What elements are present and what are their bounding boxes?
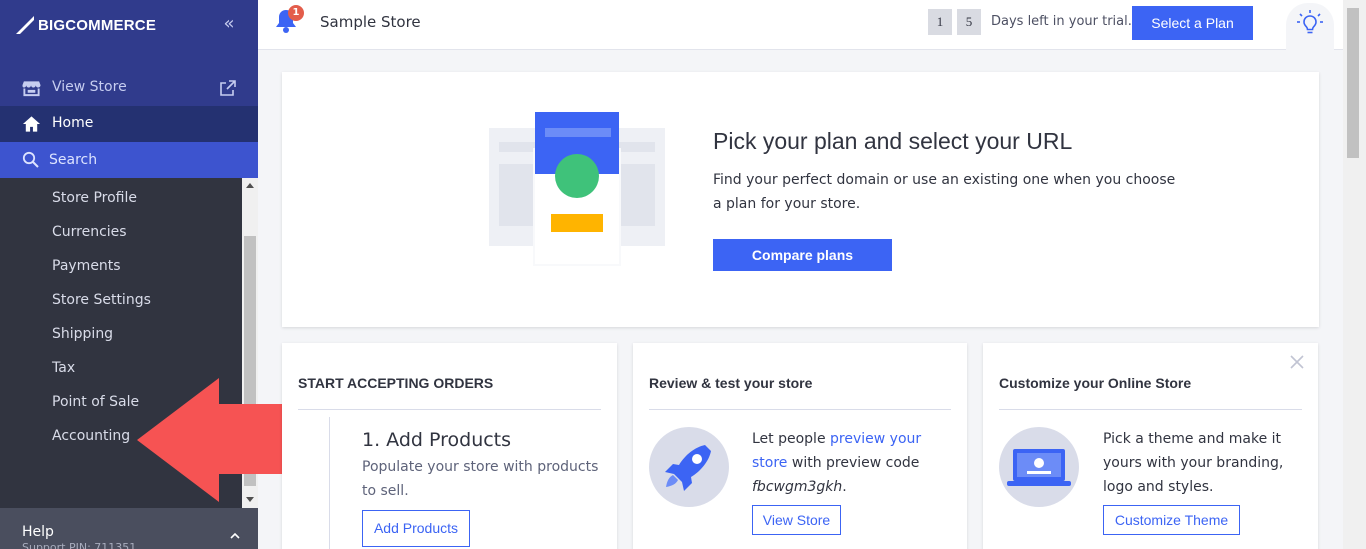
start-accepting-orders-card: START ACCEPTING ORDERS 1. Add Products P… xyxy=(282,343,617,549)
review-text-end: . xyxy=(842,479,847,495)
step-line xyxy=(329,417,330,549)
close-icon[interactable] xyxy=(1290,355,1304,369)
review-text-mid: with preview code xyxy=(787,455,920,471)
home-label: Home xyxy=(52,115,94,131)
storefront-icon xyxy=(22,81,41,97)
laptop-icon xyxy=(1007,449,1071,486)
sidebar-item-search[interactable]: Search xyxy=(0,142,258,178)
page-scrollbar[interactable] xyxy=(1343,0,1366,549)
customize-theme-button[interactable]: Customize Theme xyxy=(1103,505,1240,535)
sidebar-item-view-store[interactable]: View Store xyxy=(0,70,258,106)
laptop-illustration xyxy=(999,427,1079,507)
card-title: Review & test your store xyxy=(649,375,813,391)
sidebar-item-shipping[interactable]: Shipping xyxy=(0,317,242,351)
trial-days-digit-1: 1 xyxy=(928,9,952,35)
add-products-button[interactable]: Add Products xyxy=(362,510,470,547)
customize-store-card: Customize your Online Store Pick a theme… xyxy=(983,343,1318,549)
customize-description: Pick a theme and make it yours with your… xyxy=(1103,431,1284,495)
view-store-button[interactable]: View Store xyxy=(752,505,841,535)
review-store-card: Review & test your store Let people prev… xyxy=(633,343,967,549)
help-label: Help xyxy=(22,524,54,540)
help-panel[interactable]: Help Support PIN: 711351 xyxy=(0,508,258,549)
top-header: 1 Sample Store 1 5 Days left in your tri… xyxy=(258,0,1366,53)
bigcommerce-logo-icon xyxy=(16,16,34,34)
scroll-up-arrow-icon[interactable] xyxy=(246,183,254,188)
review-description: Let people preview your store with previ… xyxy=(752,427,957,499)
plan-card: Pick your plan and select your URL Find … xyxy=(282,72,1319,327)
card-title: START ACCEPTING ORDERS xyxy=(298,375,494,391)
sidebar-item-store-profile[interactable]: Store Profile xyxy=(0,181,242,215)
external-link-icon[interactable] xyxy=(220,80,236,96)
preview-code: fbcwgm3gkh xyxy=(752,479,843,495)
view-store-label: View Store xyxy=(52,79,127,95)
home-icon xyxy=(22,116,41,132)
card-title: Customize your Online Store xyxy=(999,375,1192,391)
chevron-up-icon[interactable] xyxy=(229,530,241,542)
trial-text: Days left in your trial. xyxy=(991,14,1132,29)
collapse-sidebar-icon[interactable]: « xyxy=(220,14,238,34)
plan-title: Pick your plan and select your URL xyxy=(713,128,1073,154)
plan-description: Find your perfect domain or use an exist… xyxy=(713,172,1176,212)
plan-illustration-icon xyxy=(489,112,665,266)
search-label: Search xyxy=(49,152,98,168)
support-pin: Support PIN: 711351 xyxy=(22,541,137,549)
logo-text: BIGCOMMERCE xyxy=(38,16,157,34)
review-text-prefix: Let people xyxy=(752,431,831,447)
rocket-icon xyxy=(665,445,711,491)
tips-tab[interactable] xyxy=(1286,3,1334,53)
sidebar-item-payments[interactable]: Payments xyxy=(0,249,242,283)
lightbulb-icon xyxy=(1297,10,1323,34)
step-description: Populate your store with products to sel… xyxy=(362,459,599,499)
sidebar-item-home[interactable]: Home xyxy=(0,106,258,142)
step-heading: 1. Add Products xyxy=(362,429,512,451)
select-plan-button[interactable]: Select a Plan xyxy=(1132,6,1253,40)
trial-days-digit-2: 5 xyxy=(957,9,981,35)
bigcommerce-logo[interactable]: BIGCOMMERCE xyxy=(14,12,156,38)
notification-badge: 1 xyxy=(288,5,304,21)
divider xyxy=(298,409,601,410)
page-scroll-thumb[interactable] xyxy=(1347,8,1359,158)
rocket-illustration xyxy=(649,427,729,507)
sidebar-item-store-settings[interactable]: Store Settings xyxy=(0,283,242,317)
compare-plans-button[interactable]: Compare plans xyxy=(713,239,892,271)
search-icon xyxy=(22,151,39,168)
divider xyxy=(999,409,1302,410)
store-name: Sample Store xyxy=(320,13,421,31)
sidebar-item-currencies[interactable]: Currencies xyxy=(0,215,242,249)
divider xyxy=(649,409,951,410)
